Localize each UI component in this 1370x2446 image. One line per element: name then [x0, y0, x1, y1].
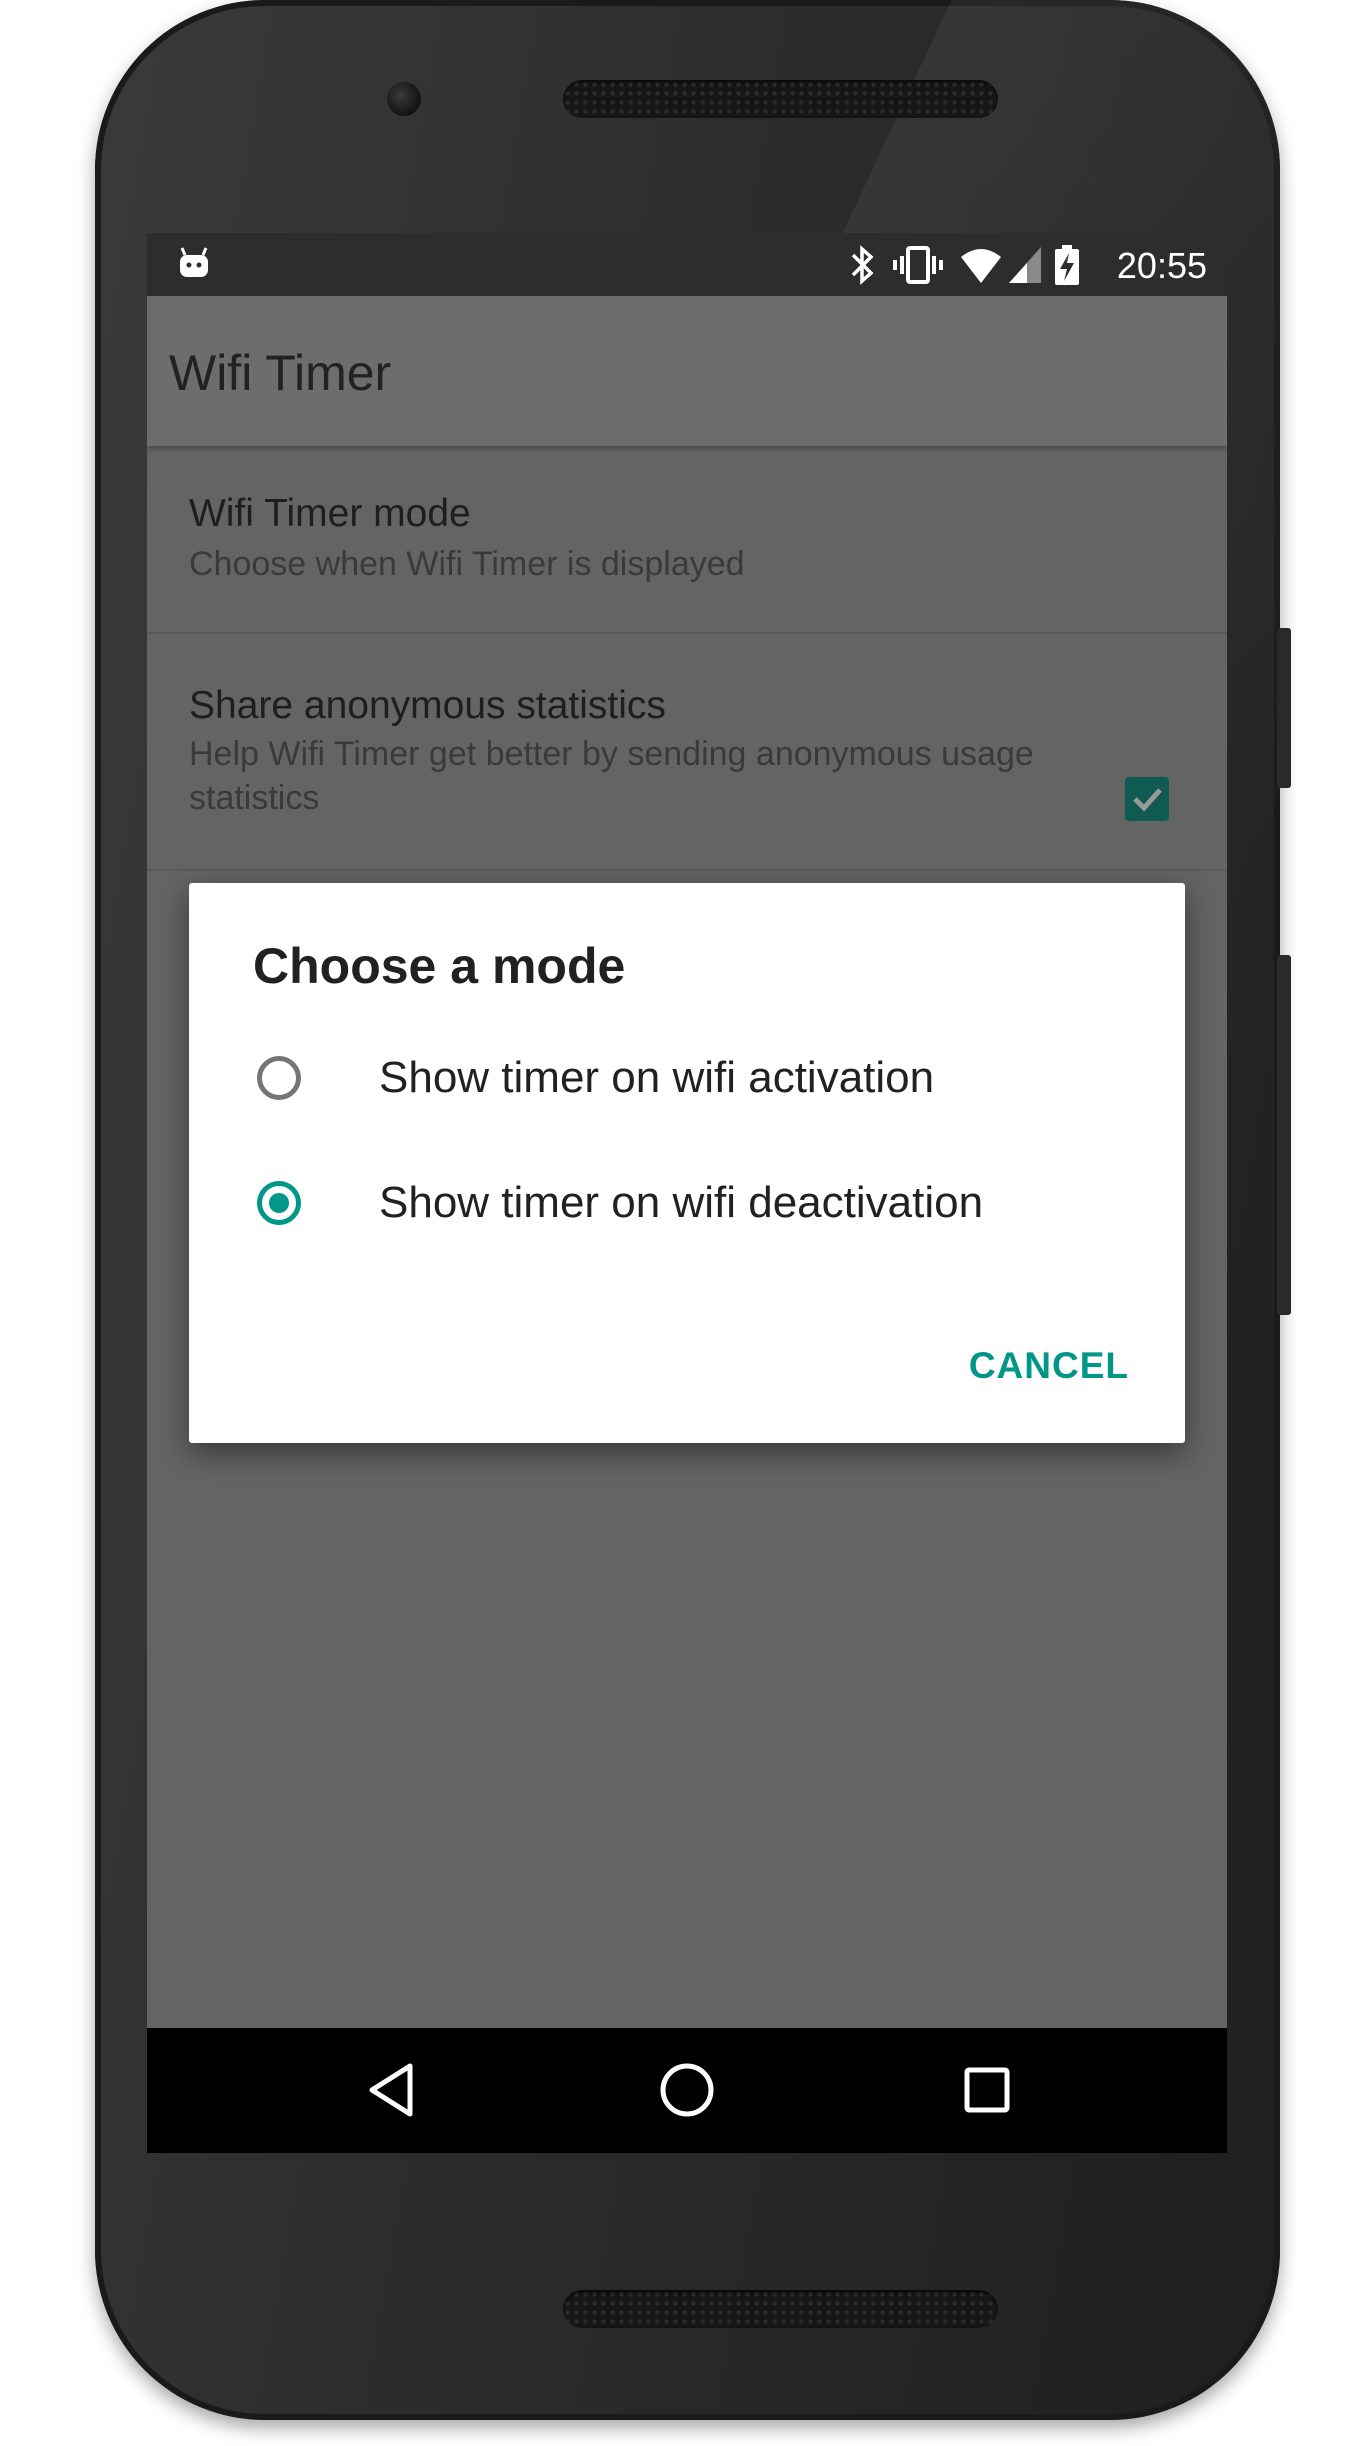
status-time: 20:55 — [1116, 245, 1207, 286]
share-statistics-checkbox[interactable] — [1125, 777, 1169, 821]
top-speaker — [563, 80, 998, 118]
status-bar: 20:55 — [147, 233, 1227, 296]
radio-button-selected[interactable] — [257, 1181, 301, 1225]
screen: 20:55 Wifi Timer Wifi Timer mode Choose … — [147, 233, 1227, 2153]
option-label: Show timer on wifi activation — [379, 1053, 935, 1102]
navigation-bar — [147, 2028, 1227, 2153]
power-button — [1277, 628, 1291, 788]
pref-summary: Help Wifi Timer get better by sending an… — [189, 735, 1034, 817]
app-bar: Wifi Timer — [147, 296, 1227, 446]
pref-title: Wifi Timer mode — [189, 492, 471, 535]
wifi-icon — [961, 249, 1001, 283]
pref-summary: Choose when Wifi Timer is displayed — [189, 545, 745, 583]
back-icon[interactable] — [362, 2058, 422, 2122]
bottom-speaker — [563, 2290, 998, 2328]
radio-dot — [269, 1193, 289, 1213]
cancel-button[interactable]: CANCEL — [969, 1345, 1129, 1387]
pref-title: Share anonymous statistics — [189, 684, 666, 727]
option-label: Show timer on wifi deactivation — [379, 1178, 984, 1227]
battery-charging-icon — [1055, 245, 1079, 285]
pref-wifi-timer-mode[interactable]: Wifi Timer mode Choose when Wifi Timer i… — [147, 446, 1227, 634]
vibrate-icon — [893, 246, 943, 284]
recents-icon[interactable] — [957, 2058, 1017, 2122]
check-icon — [1133, 788, 1162, 812]
bluetooth-icon — [851, 245, 874, 285]
choose-mode-dialog: Choose a mode Show timer on wifi activat… — [189, 883, 1185, 1443]
option-wifi-activation[interactable]: Show timer on wifi activation — [189, 1023, 1185, 1143]
home-icon[interactable] — [655, 2058, 719, 2122]
app-title: Wifi Timer — [169, 345, 392, 401]
front-camera — [387, 82, 421, 116]
volume-rocker — [1277, 955, 1291, 1315]
android-notification-icon — [180, 247, 208, 277]
cell-signal-icon — [1009, 247, 1041, 283]
pref-share-statistics[interactable]: Share anonymous statistics Help Wifi Tim… — [147, 634, 1227, 871]
radio-button[interactable] — [257, 1056, 301, 1100]
option-wifi-deactivation[interactable]: Show timer on wifi deactivation — [189, 1148, 1185, 1268]
dialog-title: Choose a mode — [253, 938, 626, 994]
